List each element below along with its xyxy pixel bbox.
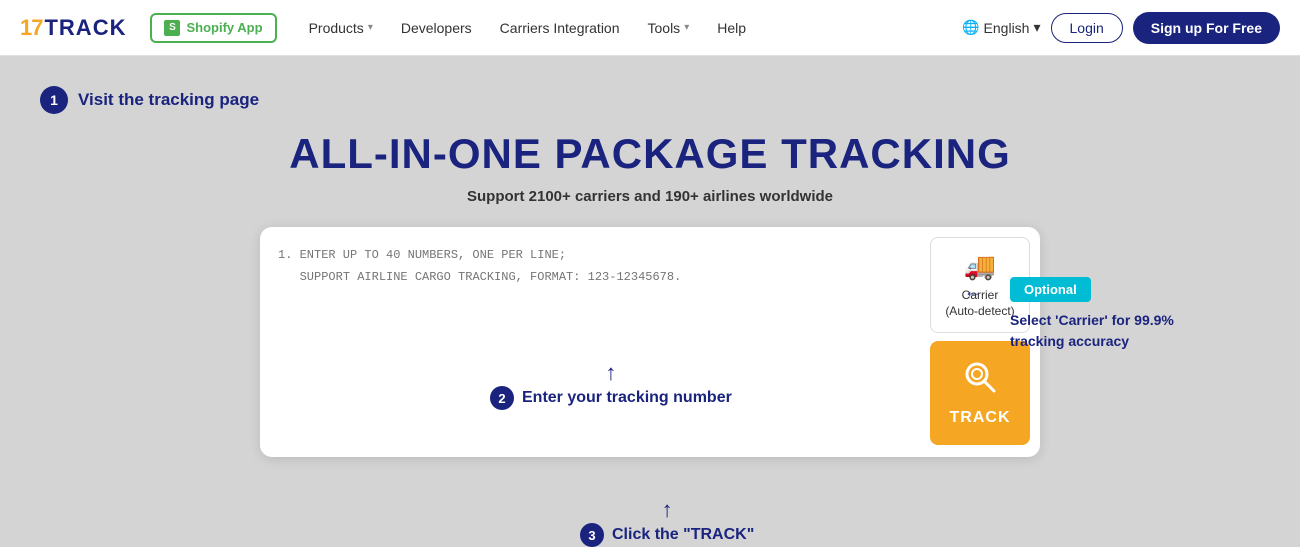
step-2-badge: 2	[490, 386, 514, 410]
nav-right: 🌐 English ▾ Login Sign up For Free	[962, 12, 1280, 44]
enter-text-row: 2 Enter your tracking number	[490, 386, 732, 410]
shopify-app-button[interactable]: S Shopify App	[150, 13, 276, 43]
optional-text: Select 'Carrier' for 99.9% tracking accu…	[1010, 310, 1190, 352]
step-1-label: 1 Visit the tracking page	[40, 86, 1260, 114]
logo-track: TRACK	[44, 15, 126, 41]
track-arrow-up: ↑	[662, 499, 673, 521]
nav-developers[interactable]: Developers	[389, 14, 484, 42]
page-title: ALL-IN-ONE PACKAGE TRACKING	[40, 130, 1260, 178]
tools-caret: ▾	[684, 22, 689, 33]
track-button[interactable]: TRACK	[930, 341, 1030, 445]
optional-arrow: ←	[964, 281, 982, 302]
track-label: TRACK	[950, 409, 1011, 427]
main-content: 1 Visit the tracking page ALL-IN-ONE PAC…	[0, 56, 1300, 477]
track-text-row: 3 Click the "TRACK"	[580, 523, 754, 547]
track-search-icon	[963, 360, 997, 401]
step-1-badge: 1	[40, 86, 68, 114]
truck-icon: 🚚	[964, 251, 996, 282]
page-subtitle: Support 2100+ carriers and 190+ airlines…	[40, 188, 1260, 205]
nav-products[interactable]: Products ▾	[297, 14, 385, 42]
enter-arrow-up: ↑	[605, 362, 616, 384]
track-annotation-text: Click the "TRACK"	[612, 526, 754, 544]
tracking-container: 🚚 Carrier (Auto-detect) TRACK	[260, 227, 1040, 457]
nav-tools[interactable]: Tools ▾	[636, 14, 702, 42]
optional-tag: Optional	[1010, 277, 1091, 302]
language-caret: ▾	[1033, 19, 1040, 36]
tracking-input[interactable]	[270, 237, 920, 447]
annotation-optional: ← Optional Select 'Carrier' for 99.9% tr…	[1010, 277, 1190, 352]
annotation-track: ↑ 3 Click the "TRACK"	[580, 499, 754, 547]
logo: 17 TRACK	[20, 15, 126, 41]
step-3-badge: 3	[580, 523, 604, 547]
enter-text: Enter your tracking number	[522, 389, 732, 407]
signup-button[interactable]: Sign up For Free	[1133, 12, 1280, 44]
logo-17: 17	[20, 15, 42, 41]
nav-links: Products ▾ Developers Carriers Integrati…	[297, 14, 963, 42]
globe-icon: 🌐	[962, 19, 979, 36]
login-button[interactable]: Login	[1051, 13, 1123, 43]
shopify-icon: S	[164, 20, 180, 36]
shopify-label: Shopify App	[186, 20, 262, 35]
products-caret: ▾	[368, 22, 373, 33]
step-1-text: Visit the tracking page	[78, 90, 259, 110]
language-selector[interactable]: 🌐 English ▾	[962, 19, 1040, 36]
navigation: 17 TRACK S Shopify App Products ▾ Develo…	[0, 0, 1300, 56]
annotation-enter: ↑ 2 Enter your tracking number	[490, 362, 732, 410]
nav-help[interactable]: Help	[705, 14, 758, 42]
nav-carriers[interactable]: Carriers Integration	[488, 14, 632, 42]
